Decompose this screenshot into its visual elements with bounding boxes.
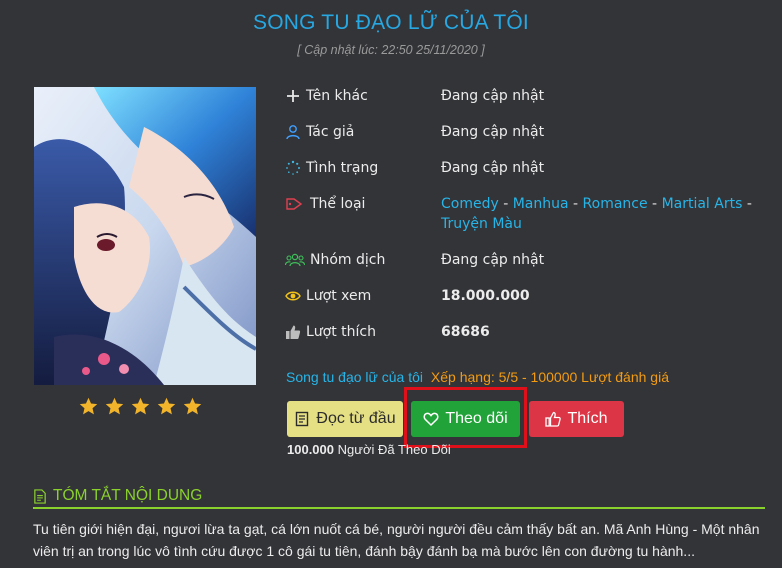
info-value: Đang cập nhật xyxy=(441,252,545,268)
summary-text: Tu tiên giới hiện đại, ngươi lừa ta gạt,… xyxy=(33,521,760,559)
like-button[interactable]: Thích xyxy=(529,401,624,437)
star-icon[interactable] xyxy=(78,396,99,417)
view-count: 18.000.000 xyxy=(441,288,530,304)
thumbs-up-icon xyxy=(545,411,562,427)
star-rating[interactable] xyxy=(78,396,203,420)
spinner-icon xyxy=(285,160,301,176)
star-icon[interactable] xyxy=(182,396,203,417)
info-label: Nhóm dịch xyxy=(310,252,386,268)
info-label: Lượt xem xyxy=(306,288,372,304)
summary-heading: TÓM TẮT NỘI DUNG xyxy=(33,487,202,505)
info-label: Thể loại xyxy=(310,196,366,212)
genre-link[interactable]: Martial Arts xyxy=(662,196,743,212)
star-icon[interactable] xyxy=(130,396,151,417)
genre-link[interactable]: Romance xyxy=(583,196,648,212)
book-icon xyxy=(296,411,309,427)
rating-summary: Song tu đạo lữ của tôi Xếp hạng: 5/5 - 1… xyxy=(286,369,669,385)
group-icon xyxy=(285,252,305,268)
follow-button[interactable]: Theo dõi xyxy=(411,401,520,437)
info-label: Tác giả xyxy=(306,124,355,140)
genre-link[interactable]: Comedy xyxy=(441,196,499,212)
follow-button-label: Theo dõi xyxy=(445,410,508,427)
document-icon xyxy=(34,488,46,504)
info-label: Lượt thích xyxy=(306,324,376,340)
rank-text: Xếp hạng: 5/5 - 100000 Lượt đánh giá xyxy=(430,369,669,385)
comic-title-link[interactable]: Song tu đạo lữ của tôi xyxy=(286,369,423,385)
info-label: Tên khác xyxy=(306,88,368,104)
heart-icon xyxy=(423,412,439,427)
follower-number: 100.000 xyxy=(287,442,334,457)
star-icon[interactable] xyxy=(156,396,177,417)
plus-icon xyxy=(285,88,301,104)
like-button-label: Thích xyxy=(567,410,608,427)
genre-link[interactable]: Manhua xyxy=(513,196,569,212)
thumbs-up-icon xyxy=(285,324,301,340)
summary-heading-label: TÓM TẮT NỘI DUNG xyxy=(53,487,203,504)
page-title: SONG TU ĐẠO LỮ CỦA TÔI xyxy=(253,11,529,34)
genre-link[interactable]: Truyện Màu xyxy=(441,216,522,232)
genre-list: Comedy - Manhua - Romance - Martial Arts… xyxy=(441,196,752,232)
star-icon[interactable] xyxy=(104,396,125,417)
info-label: Tình trạng xyxy=(306,160,379,176)
info-value: Đang cập nhật xyxy=(441,124,545,140)
update-time: [ Cập nhật lúc: 22:50 25/11/2020 ] xyxy=(297,43,485,57)
follower-count: 100.000 Người Đã Theo Dõi xyxy=(287,442,451,457)
follower-label: Người Đã Theo Dõi xyxy=(337,442,451,457)
user-icon xyxy=(285,124,301,140)
read-from-start-button[interactable]: Đọc từ đầu xyxy=(287,401,403,437)
like-count: 68686 xyxy=(441,324,490,340)
info-value: Đang cập nhật xyxy=(441,88,545,104)
eye-icon xyxy=(285,288,301,304)
cover-image xyxy=(34,87,256,385)
read-button-label: Đọc từ đầu xyxy=(316,410,396,427)
info-value: Đang cập nhật xyxy=(441,160,545,176)
tag-icon xyxy=(285,196,305,212)
divider xyxy=(33,507,765,509)
